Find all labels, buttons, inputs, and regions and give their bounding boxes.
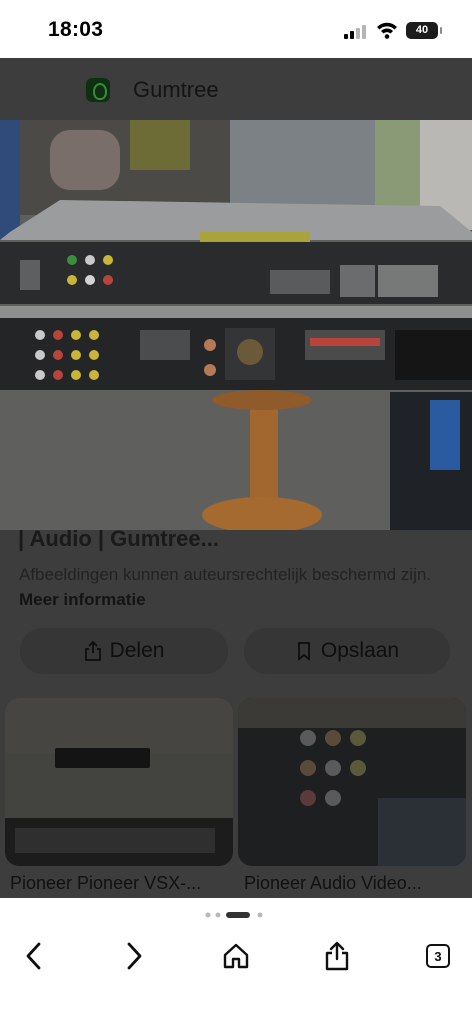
site-name[interactable]: Gumtree: [133, 77, 219, 103]
share-button[interactable]: Delen: [20, 628, 228, 674]
related-thumbnail[interactable]: [238, 698, 466, 866]
wifi-icon: [377, 22, 397, 39]
related-thumbnail[interactable]: [5, 698, 233, 866]
status-time: 18:03: [48, 18, 104, 41]
copyright-text: Afbeeldingen kunnen auteursrechtelijk be…: [19, 565, 432, 584]
related-image-1: [5, 698, 233, 866]
home-icon: [223, 943, 249, 969]
site-header[interactable]: Gumtree: [0, 58, 472, 120]
related-caption[interactable]: Pioneer Pioneer VSX-...: [10, 873, 201, 894]
receiver-photo: [0, 120, 472, 530]
tab-count: 3: [426, 944, 450, 968]
share-label: Delen: [109, 639, 165, 662]
gumtree-leaf-icon: [86, 78, 110, 102]
tabs-button[interactable]: 3: [420, 938, 456, 974]
related-caption[interactable]: Pioneer Audio Video...: [244, 873, 422, 894]
battery-icon: 40: [406, 22, 442, 39]
status-bar: 18:03 40: [0, 0, 472, 58]
cellular-signal-icon: [344, 25, 366, 39]
share-icon: [84, 641, 101, 661]
chevron-right-icon: [127, 942, 142, 970]
page-overlay: Gumtree | Audio | Gumtree... Afbeeldinge…: [0, 58, 472, 898]
battery-level: 40: [415, 24, 429, 36]
result-image[interactable]: [0, 120, 472, 530]
copyright-notice: Afbeeldingen kunnen auteursrechtelijk be…: [19, 562, 459, 612]
chevron-left-icon: [26, 942, 41, 970]
share-toolbar-button[interactable]: [319, 938, 355, 974]
more-info-link[interactable]: Meer informatie: [19, 590, 146, 609]
related-image-2: [238, 698, 466, 866]
bookmark-icon: [297, 642, 310, 661]
home-button[interactable]: [218, 938, 254, 974]
forward-button[interactable]: [116, 938, 152, 974]
share-icon: [325, 941, 349, 971]
result-title[interactable]: | Audio | Gumtree...: [18, 526, 219, 552]
save-label: Opslaan: [320, 639, 400, 662]
page-indicator: [205, 912, 263, 918]
save-button[interactable]: Opslaan: [244, 628, 450, 674]
browser-toolbar: 3: [0, 898, 472, 1024]
back-button[interactable]: [16, 938, 52, 974]
